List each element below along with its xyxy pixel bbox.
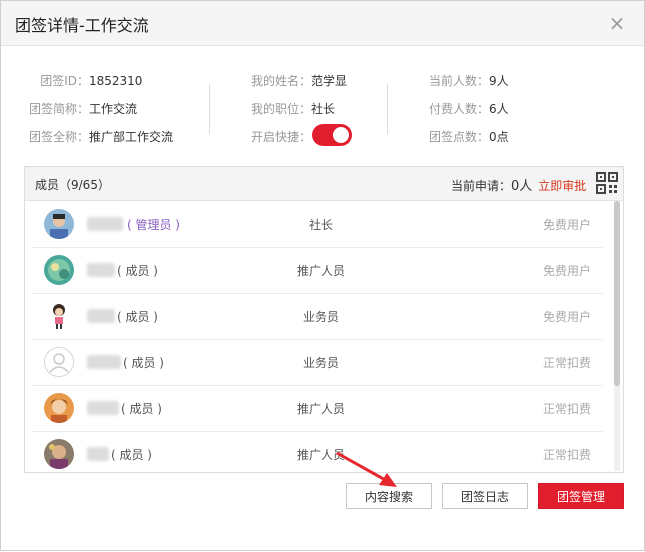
- member-row[interactable]: ( 成员 ) 业务员 正常扣费: [31, 339, 603, 386]
- my-name-label: 我的姓名：: [251, 74, 312, 88]
- member-status: 正常扣费: [542, 448, 591, 462]
- member-name-redacted: [87, 309, 115, 323]
- member-name-redacted: [87, 447, 109, 461]
- approve-now-link[interactable]: 立即审批: [538, 179, 586, 193]
- member-role: ( 成员 ): [117, 264, 158, 278]
- member-row[interactable]: ( 成员 ) 推广人员 正常扣费: [31, 431, 603, 472]
- group-id-row: 团签ID：1852310: [29, 72, 142, 89]
- group-points-row: 团签点数：0点: [429, 128, 509, 145]
- close-icon[interactable]: ×: [607, 13, 627, 33]
- group-points-value: 0点: [489, 130, 509, 144]
- member-role: ( 成员 ): [121, 402, 162, 416]
- group-log-button[interactable]: 团签日志: [442, 483, 528, 509]
- group-detail-dialog: 团签详情-工作交流 × 团签ID：1852310 团签简称：工作交流 团签全称：…: [0, 0, 645, 551]
- my-position-value: 社长: [311, 102, 336, 116]
- my-name-row: 我的姓名：范学显: [251, 72, 347, 89]
- default-user-icon: [44, 347, 74, 377]
- info-divider: [209, 84, 210, 134]
- paid-count-row: 付费人数：6人: [429, 100, 509, 117]
- pending-applications: 当前申请：0人 立即审批: [451, 175, 586, 194]
- member-row[interactable]: ( 管理员 ) 社长 免费用户: [31, 201, 603, 248]
- dialog-title: 团签详情-工作交流: [15, 16, 149, 35]
- members-title: 成员（9/65）: [35, 178, 110, 192]
- member-position: 推广人员: [296, 448, 345, 462]
- my-name-value: 范学显: [311, 74, 348, 88]
- group-id-value: 1852310: [89, 74, 143, 88]
- avatar: [44, 209, 74, 239]
- group-full-name-row: 团签全称：推广部工作交流: [29, 128, 173, 145]
- member-position: 推广人员: [296, 264, 345, 278]
- avatar: [44, 255, 74, 285]
- avatar: [44, 393, 74, 423]
- member-status: 免费用户: [542, 218, 591, 232]
- group-short-name-label: 团签简称：: [29, 102, 90, 116]
- member-name-redacted: [87, 401, 119, 415]
- toggle-knob: [333, 127, 349, 143]
- member-position: 业务员: [302, 310, 339, 324]
- members-header: 成员（9/65） 当前申请：0人 立即审批: [25, 167, 623, 201]
- member-position: 推广人员: [296, 402, 345, 416]
- group-points-label: 团签点数：: [429, 130, 490, 144]
- member-status: 正常扣费: [542, 402, 591, 416]
- member-status: 免费用户: [542, 310, 591, 324]
- members-panel: 成员（9/65） 当前申请：0人 立即审批 (管理员) 社长 免费用户 (…: [24, 166, 624, 473]
- member-role: ( 成员 ): [117, 310, 158, 324]
- pending-label: 当前申请：: [451, 179, 512, 193]
- scrollbar-thumb[interactable]: [614, 201, 620, 386]
- info-divider: [387, 84, 388, 134]
- group-manage-button[interactable]: 团签管理: [538, 483, 624, 509]
- member-role: ( 管理员 ): [127, 218, 180, 232]
- member-name-redacted: [87, 263, 115, 277]
- current-count-label: 当前人数：: [429, 74, 490, 88]
- paid-count-label: 付费人数：: [429, 102, 490, 116]
- member-row[interactable]: ( 成员 ) 推广人员 免费用户: [31, 247, 603, 294]
- group-short-name-row: 团签简称：工作交流: [29, 100, 137, 117]
- member-position: 业务员: [302, 356, 339, 370]
- member-row[interactable]: ( 成员 ) 业务员 免费用户: [31, 293, 603, 340]
- current-count-row: 当前人数：9人: [429, 72, 509, 89]
- group-full-name-value: 推广部工作交流: [89, 130, 174, 144]
- members-scrollbar[interactable]: [614, 201, 620, 471]
- content-search-button[interactable]: 内容搜索: [346, 483, 432, 509]
- member-row[interactable]: ( 成员 ) 推广人员 正常扣费: [31, 385, 603, 432]
- member-status: 正常扣费: [542, 356, 591, 370]
- member-position: 社长: [308, 218, 333, 232]
- my-position-label: 我的职位：: [251, 102, 312, 116]
- qr-code-icon[interactable]: [596, 172, 618, 194]
- dialog-titlebar: 团签详情-工作交流 ×: [1, 1, 644, 46]
- member-role: ( 成员 ): [123, 356, 164, 370]
- current-count-value: 9人: [489, 74, 509, 88]
- member-status: 免费用户: [542, 264, 591, 278]
- group-short-name-value: 工作交流: [89, 102, 138, 116]
- paid-count-value: 6人: [489, 102, 509, 116]
- group-id-label: 团签ID：: [40, 74, 89, 88]
- avatar: [44, 301, 74, 331]
- quick-enable-toggle[interactable]: [312, 124, 352, 146]
- quick-enable-label: 开启快捷：: [251, 130, 312, 144]
- quick-enable-row: 开启快捷：: [251, 128, 311, 145]
- group-full-name-label: 团签全称：: [29, 130, 90, 144]
- pending-count: 0人: [511, 179, 533, 194]
- my-position-row: 我的职位：社长: [251, 100, 335, 117]
- avatar: [44, 439, 74, 469]
- member-name-redacted: [87, 217, 123, 231]
- member-name-redacted: [87, 355, 121, 369]
- member-role: ( 成员 ): [111, 448, 152, 462]
